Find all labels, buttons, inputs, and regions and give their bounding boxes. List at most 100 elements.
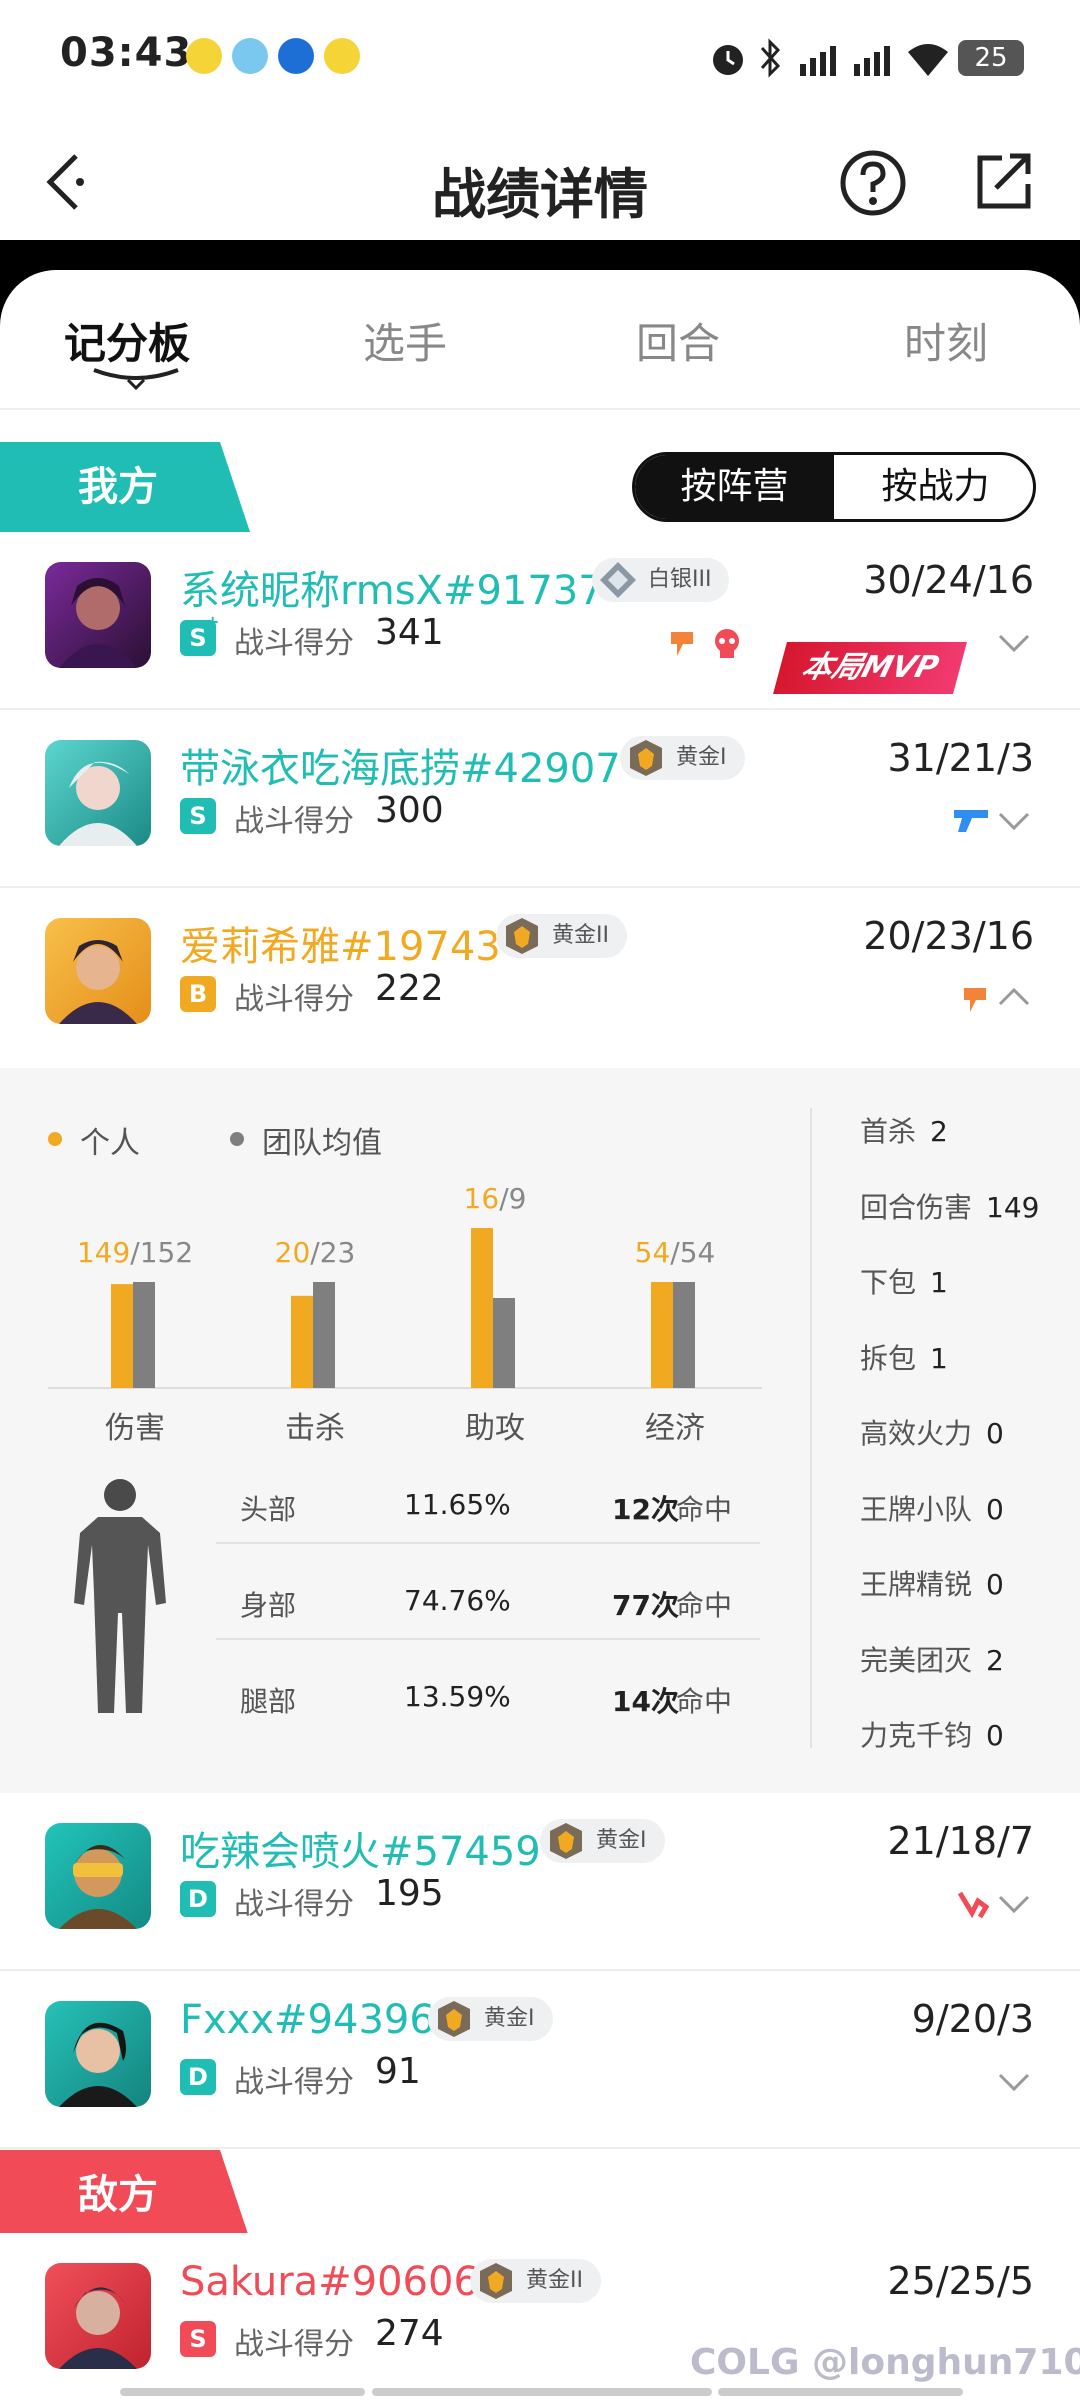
legend-team-dot <box>230 1132 244 1146</box>
hit-pct-body: 74.76% <box>404 1584 511 1617</box>
team-enemy-badge: 敌方 <box>0 2150 250 2240</box>
hit-part-head: 头部 <box>240 1493 297 1526</box>
divider <box>216 1542 760 1544</box>
tab-scoreboard[interactable]: 记分板 <box>64 310 190 371</box>
sort-toggle: 按阵营 按战力 <box>632 452 1036 522</box>
stat-item: 回合伤害 149 <box>860 1186 1039 1226</box>
rank-badge: 白银III <box>592 558 730 602</box>
player-row[interactable]: 系统昵称rmsX#91737 白银III S + 战斗得分 341 本局MVP … <box>0 532 1080 710</box>
body-silhouette-icon <box>74 1479 166 1713</box>
score-value: 222 <box>375 968 444 1009</box>
rank-gold-icon <box>480 2263 512 2299</box>
status-bar: 03:43 25 <box>0 0 1080 120</box>
hit-part-legs: 腿部 <box>240 1685 297 1718</box>
share-icon[interactable] <box>972 148 1038 214</box>
chevron-down-icon[interactable] <box>996 624 1032 660</box>
kda: 30/24/16 <box>863 558 1034 602</box>
rank-badge: 黄金II <box>470 2259 601 2303</box>
help-icon[interactable] <box>838 148 908 218</box>
grade-badge: D <box>180 2059 216 2095</box>
pistol-icon <box>954 810 988 832</box>
bar-value-label: 149/152 <box>77 1236 193 1269</box>
tab-moments[interactable]: 时刻 <box>904 310 988 371</box>
score-label: 战斗得分 <box>234 626 354 661</box>
player-name: 爱莉希雅#19743 <box>180 924 501 970</box>
chevron-down-icon[interactable] <box>996 2063 1032 2099</box>
avatar <box>45 2001 151 2107</box>
sort-by-power-button[interactable]: 按战力 <box>836 455 1033 519</box>
stat-label: 高效火力 <box>860 1417 973 1450</box>
stat-item: 下包 1 <box>860 1261 948 1301</box>
app-notification-icon <box>278 38 314 74</box>
score-value: 300 <box>375 790 444 831</box>
category-label: 伤害 <box>105 1411 165 1446</box>
stat-value: 0 <box>986 1492 1004 1526</box>
player-name: 带泳衣吃海底捞#42907 <box>180 746 621 792</box>
alarm-icon <box>713 45 743 75</box>
score-label: 战斗得分 <box>234 804 354 839</box>
avatar <box>45 2263 151 2369</box>
grade-badge: D <box>180 1881 216 1917</box>
skull-icon <box>715 629 739 658</box>
bar-personal <box>291 1295 313 1388</box>
rank-label: 黄金II <box>526 2268 583 2293</box>
kda: 9/20/3 <box>911 1997 1034 2041</box>
rank-silver-icon <box>600 562 636 598</box>
category-label: 击杀 <box>285 1411 345 1446</box>
score-label: 战斗得分 <box>234 1887 354 1922</box>
player-row[interactable]: 带泳衣吃海底捞#42907 黄金I S 战斗得分 300 31/21/3 <box>0 710 1080 888</box>
bar-personal <box>111 1284 133 1388</box>
chevron-up-icon[interactable] <box>996 980 1032 1016</box>
hit-suffix: 命中 <box>676 1685 733 1718</box>
chevron-down-icon[interactable] <box>996 1885 1032 1921</box>
bar-team <box>493 1298 515 1388</box>
hit-suffix: 命中 <box>676 1493 733 1526</box>
stat-value: 149 <box>986 1190 1040 1224</box>
rank-badge: 黄金I <box>540 1819 665 1863</box>
rank-gold-icon <box>630 740 662 776</box>
defuse-icon <box>957 1891 990 1919</box>
player-row[interactable]: 爱莉希雅#19743 黄金II B 战斗得分 222 20/23/16 <box>0 888 1080 1066</box>
grade-badge: B <box>180 976 216 1012</box>
bluetooth-icon <box>760 38 781 78</box>
player-row[interactable]: 吃辣会喷火#57459 黄金I D 战斗得分 195 21/18/7 <box>0 1793 1080 1971</box>
stat-value: 0 <box>986 1719 1004 1752</box>
chevron-down-icon[interactable] <box>996 802 1032 838</box>
tab-players[interactable]: 选手 <box>363 310 447 371</box>
firstblood-icon <box>964 988 986 1012</box>
sort-by-camp-button[interactable]: 按阵营 <box>635 455 834 519</box>
player-row[interactable]: Fxxx#94396 黄金I D 战斗得分 91 9/20/3 <box>0 1971 1080 2149</box>
app-notification-icon <box>232 38 268 74</box>
bar-personal <box>651 1282 673 1388</box>
wifi-icon <box>908 44 948 76</box>
rank-label: 白银III <box>648 567 712 592</box>
tab-divider <box>0 408 1080 410</box>
hit-part-body: 身部 <box>240 1589 297 1622</box>
kda: 31/21/3 <box>887 736 1035 780</box>
team-ours-badge: 我方 <box>0 442 250 532</box>
score-label: 战斗得分 <box>234 982 354 1017</box>
player-detail-panel: 个人 团队均值 149/152 伤害 20/23 击杀 16/9 助攻 54/54 经济 头部… <box>0 1068 1080 1793</box>
divider <box>216 1638 760 1640</box>
app-notification-icon <box>186 38 222 74</box>
avatar <box>45 918 151 1024</box>
rank-gold-icon <box>506 918 538 954</box>
hit-count-head: 12次 <box>612 1493 679 1526</box>
tab-rounds[interactable]: 回合 <box>636 310 720 371</box>
stat-label: 王牌精锐 <box>860 1568 973 1601</box>
bar-value-label: 16/9 <box>464 1182 527 1215</box>
grade-badge: S <box>180 798 216 834</box>
rank-gold-icon <box>550 1823 582 1859</box>
score-label: 战斗得分 <box>234 2327 354 2362</box>
player-name: Fxxx#94396 <box>180 1997 435 2043</box>
bar-team <box>673 1282 695 1388</box>
avatar <box>45 1823 151 1929</box>
stat-item: 王牌精锐 0 <box>860 1563 1004 1603</box>
category-label: 经济 <box>645 1411 705 1446</box>
nav-indicator <box>120 2388 365 2396</box>
app-header: 战绩详情 <box>0 120 1080 240</box>
stat-item: 高效火力 0 <box>860 1412 1004 1452</box>
stat-value: 0 <box>986 1568 1004 1601</box>
stat-value: 1 <box>930 1341 948 1375</box>
signal-icon <box>800 46 836 76</box>
